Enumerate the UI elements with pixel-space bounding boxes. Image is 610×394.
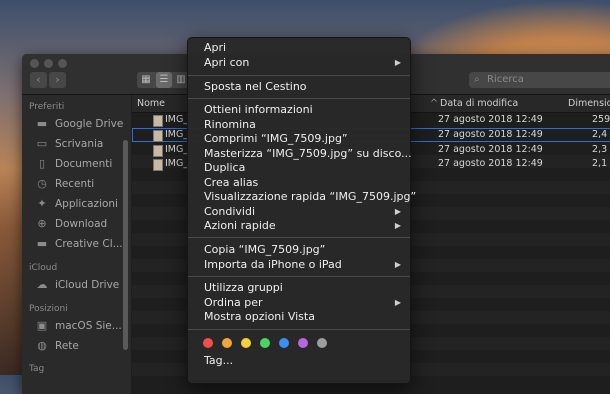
submenu-arrow-icon: ▶ — [394, 221, 401, 230]
menu-separator — [188, 237, 410, 238]
submenu-arrow-icon: ▶ — [394, 260, 401, 269]
menu-separator — [188, 329, 410, 330]
list-view-button[interactable]: ☰ — [156, 72, 172, 88]
image-thumbnail-icon — [153, 145, 163, 157]
list-icon: ☰ — [159, 74, 169, 85]
applications-icon: ✦ — [37, 197, 47, 210]
sidebar-item-google-drive[interactable]: ▬ Google Drive — [35, 115, 124, 133]
tag-blue-dot[interactable] — [279, 338, 289, 348]
menu-separator — [188, 75, 410, 76]
context-menu: Apri Apri con ▶ Sposta nel Cestino Ottie… — [187, 37, 416, 384]
menu-item-importa-da-iphone[interactable]: Importa da iPhone o iPad — [204, 258, 342, 272]
zoom-window-button[interactable] — [58, 59, 67, 68]
sidebar-item-macos[interactable]: ▣ macOS Sie... — [35, 317, 122, 335]
folder-icon: ▬ — [36, 237, 48, 250]
submenu-arrow-icon: ▶ — [394, 298, 401, 307]
menu-separator — [188, 276, 410, 277]
tag-orange-dot[interactable] — [222, 338, 232, 348]
sidebar-item-documenti[interactable]: ▯ Documenti — [35, 155, 112, 173]
chevron-left-icon: ‹ — [36, 73, 41, 86]
sidebar-item-icloud-drive[interactable]: ☁ iCloud Drive — [35, 276, 120, 294]
columns-icon: ▥ — [176, 74, 186, 85]
tag-red-dot[interactable] — [203, 338, 213, 348]
network-icon: ◍ — [37, 339, 47, 352]
back-button[interactable]: ‹ — [30, 72, 47, 88]
tag-purple-dot[interactable] — [298, 338, 308, 348]
sidebar-section-preferiti: Preferiti — [29, 102, 65, 112]
menu-item-condividi[interactable]: Condividi — [204, 205, 255, 219]
search-icon: ⌕ — [474, 74, 480, 85]
menu-item-utilizza-gruppi[interactable]: Utilizza gruppi — [204, 281, 283, 295]
clock-icon: ◷ — [37, 177, 47, 190]
image-thumbnail-icon — [153, 159, 163, 171]
desktop-icon: ▭ — [36, 137, 48, 150]
menu-item-crea-alias[interactable]: Crea alias — [204, 176, 258, 190]
chevron-right-icon: › — [55, 73, 60, 86]
icon-view-button[interactable]: ▦ — [138, 72, 154, 88]
grid-icon: ▦ — [141, 74, 151, 85]
sidebar-item-creative-cloud[interactable]: ▬ Creative Cl... — [35, 235, 123, 253]
menu-item-visualizzazione-rapida[interactable]: Visualizzazione rapida “IMG_7509.jpg” — [204, 190, 416, 204]
sidebar-item-scrivania[interactable]: ▭ Scrivania — [35, 135, 104, 153]
column-header-size[interactable]: Dimensione — [568, 98, 610, 109]
search-field[interactable]: ⌕ Ricerca — [469, 72, 610, 88]
cloud-icon: ☁ — [36, 278, 48, 291]
menu-item-tag[interactable]: Tag... — [204, 354, 233, 368]
menu-item-copia[interactable]: Copia “IMG_7509.jpg” — [204, 243, 325, 257]
download-icon: ⊕ — [37, 217, 47, 230]
disk-icon: ▣ — [36, 319, 48, 332]
sidebar-item-rete[interactable]: ◍ Rete — [35, 337, 79, 355]
sidebar-section-tag: Tag — [29, 364, 45, 374]
column-header-date[interactable]: Data di modifica — [440, 98, 518, 109]
column-header-name[interactable]: Nome — [137, 98, 165, 109]
minimize-window-button[interactable] — [44, 59, 53, 68]
sidebar-section-posizioni: Posizioni — [29, 304, 68, 314]
menu-item-masterizza[interactable]: Masterizza “IMG_7509.jpg” su disco... — [204, 147, 412, 161]
menu-item-sposta-nel-cestino[interactable]: Sposta nel Cestino — [204, 80, 307, 94]
menu-item-duplica[interactable]: Duplica — [204, 161, 245, 175]
sidebar-section-icloud: iCloud — [29, 263, 58, 273]
tag-yellow-dot[interactable] — [241, 338, 251, 348]
sidebar-item-applicazioni[interactable]: ✦ Applicazioni — [35, 195, 118, 213]
menu-item-apri[interactable]: Apri — [204, 41, 226, 55]
document-icon: ▯ — [38, 157, 46, 170]
sort-ascending-icon: ^ — [430, 98, 438, 109]
image-thumbnail-icon — [153, 130, 163, 142]
menu-item-ottieni-informazioni[interactable]: Ottieni informazioni — [204, 103, 313, 117]
menu-item-mostra-opzioni-vista[interactable]: Mostra opzioni Vista — [204, 310, 315, 324]
tag-gray-dot[interactable] — [317, 338, 327, 348]
menu-item-rinomina[interactable]: Rinomina — [204, 118, 256, 132]
sidebar-scrollbar[interactable] — [123, 140, 128, 350]
search-placeholder: Ricerca — [487, 74, 524, 85]
sidebar-item-recenti[interactable]: ◷ Recenti — [35, 175, 94, 193]
menu-item-ordina-per[interactable]: Ordina per — [204, 296, 263, 310]
sidebar-item-download[interactable]: ⊕ Download — [35, 215, 107, 233]
sidebar: Preferiti ▬ Google Drive ▭ Scrivania ▯ Docu… — [22, 95, 131, 394]
menu-item-azioni-rapide[interactable]: Azioni rapide — [204, 219, 276, 233]
image-thumbnail-icon — [153, 115, 163, 127]
menu-item-apri-con[interactable]: Apri con — [204, 56, 249, 70]
menu-item-comprimi[interactable]: Comprimi “IMG_7509.jpg” — [204, 132, 348, 146]
submenu-arrow-icon: ▶ — [394, 207, 401, 216]
view-mode-segment: ▦ ☰ ▥ — [137, 72, 189, 88]
forward-button[interactable]: › — [49, 72, 66, 88]
tag-green-dot[interactable] — [260, 338, 270, 348]
close-window-button[interactable] — [30, 59, 39, 68]
menu-separator — [188, 98, 410, 99]
submenu-arrow-icon: ▶ — [394, 58, 401, 67]
folder-icon: ▬ — [36, 117, 48, 130]
